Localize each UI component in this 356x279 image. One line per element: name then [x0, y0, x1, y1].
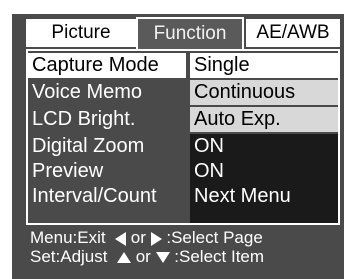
help-set-adjust: Set:Adjust	[30, 247, 108, 266]
help-line-item: Set:Adjust or :Select Item	[30, 247, 264, 266]
help-or: or	[130, 228, 146, 247]
menu-item-value[interactable]: Next Menu	[190, 184, 338, 223]
up-arrow-icon	[116, 252, 131, 264]
menu-item-label: Capture Mode	[28, 53, 186, 78]
menu-item-label: LCD Bright.	[32, 108, 136, 130]
menu-item-label: Digital Zoom	[32, 135, 145, 157]
menu-item-label: Preview	[32, 160, 104, 182]
menu-item-label: Voice Memo	[32, 81, 143, 103]
menu-item-value[interactable]: Continuous	[190, 80, 338, 105]
help-menu-exit: Menu:Exit	[30, 228, 106, 247]
menu-row-lcd-bright[interactable]: LCD Bright. Auto Exp.	[28, 107, 338, 132]
menu-row-preview[interactable]: Preview ON	[28, 159, 338, 184]
help-or: or	[135, 247, 151, 266]
menu-item-value[interactable]: ON	[190, 159, 338, 184]
tab-function[interactable]: Function	[136, 17, 244, 51]
camera-lcd-screen: Picture Function AE/AWB Capture Mode Sin…	[0, 0, 356, 279]
right-arrow-icon	[150, 231, 162, 246]
menu-row-capture-mode[interactable]: Capture Mode Single	[28, 53, 338, 78]
menu-row-voice-memo[interactable]: Voice Memo Continuous	[28, 80, 338, 105]
menu-row-digital-zoom[interactable]: Digital Zoom ON	[28, 134, 338, 159]
tab-picture[interactable]: Picture	[26, 19, 136, 47]
left-arrow-icon	[115, 231, 127, 246]
menu-item-label: Interval/Count	[32, 185, 157, 207]
tab-ae-awb[interactable]: AE/AWB	[246, 19, 340, 47]
menu-item-value[interactable]: ON	[190, 134, 338, 159]
help-line-page: Menu:Exit or :Select Page	[30, 228, 263, 247]
menu-panel: Capture Mode Single Voice Memo Continuou…	[26, 49, 340, 225]
menu-item-value[interactable]: Single	[190, 53, 338, 78]
help-select-page: :Select Page	[166, 228, 263, 247]
menu-item-value[interactable]: Auto Exp.	[190, 107, 338, 132]
down-arrow-icon	[155, 252, 170, 264]
help-select-item: :Select Item	[174, 247, 265, 266]
menu-row-interval-count[interactable]: Interval/Count Next Menu	[28, 184, 338, 223]
